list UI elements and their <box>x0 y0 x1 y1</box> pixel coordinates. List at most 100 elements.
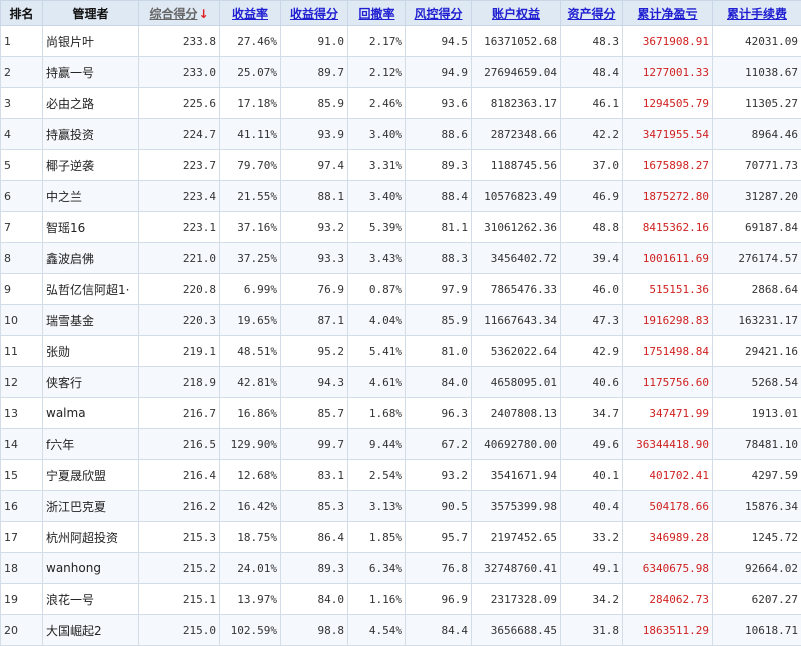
cell-rank: 7 <box>1 212 43 243</box>
cell-risk-score: 90.5 <box>406 491 472 522</box>
cell-manager: 浙江巴克夏 <box>43 491 139 522</box>
cell-return-score: 93.9 <box>281 119 348 150</box>
cell-return-score: 98.8 <box>281 615 348 646</box>
table-row: 18wanhong215.224.01%89.36.34%76.83274876… <box>1 553 801 584</box>
cell-equity: 32748760.41 <box>472 553 561 584</box>
table-header-row: 排名 管理者 综合得分↓ 收益率 收益得分 回撤率 风控得分 账户权益 资产得分… <box>1 1 801 26</box>
cell-rank: 10 <box>1 305 43 336</box>
cell-drawdown: 3.13% <box>348 491 406 522</box>
cell-manager: 侠客行 <box>43 367 139 398</box>
col-header-net-pnl[interactable]: 累计净盈亏 <box>623 1 713 26</box>
table-row: 11张勋219.148.51%95.25.41%81.05362022.6442… <box>1 336 801 367</box>
sort-link-asset-score[interactable]: 资产得分 <box>567 7 615 21</box>
cell-asset-score: 47.3 <box>561 305 623 336</box>
col-header-return-rate[interactable]: 收益率 <box>220 1 281 26</box>
cell-manager: 宁夏晟欣盟 <box>43 460 139 491</box>
cell-fees: 8964.46 <box>713 119 801 150</box>
cell-drawdown: 2.17% <box>348 26 406 57</box>
cell-manager: 持赢投资 <box>43 119 139 150</box>
cell-composite-score: 223.4 <box>139 181 220 212</box>
cell-drawdown: 5.41% <box>348 336 406 367</box>
cell-rank: 3 <box>1 88 43 119</box>
cell-return-score: 93.2 <box>281 212 348 243</box>
table-row: 12侠客行218.942.81%94.34.61%84.04658095.014… <box>1 367 801 398</box>
cell-fees: 163231.17 <box>713 305 801 336</box>
col-header-drawdown[interactable]: 回撤率 <box>348 1 406 26</box>
sort-link-return-rate[interactable]: 收益率 <box>232 7 268 21</box>
cell-risk-score: 76.8 <box>406 553 472 584</box>
cell-fees: 92664.02 <box>713 553 801 584</box>
cell-equity: 27694659.04 <box>472 57 561 88</box>
sort-link-return-score[interactable]: 收益得分 <box>290 7 338 21</box>
table-row: 20大国崛起2215.0102.59%98.84.54%84.43656688.… <box>1 615 801 646</box>
sort-link-fees[interactable]: 累计手续费 <box>727 7 787 21</box>
sort-link-drawdown[interactable]: 回撤率 <box>358 7 394 21</box>
cell-rank: 5 <box>1 150 43 181</box>
cell-asset-score: 48.4 <box>561 57 623 88</box>
cell-net-pnl: 1675898.27 <box>623 150 713 181</box>
cell-fees: 78481.10 <box>713 429 801 460</box>
cell-composite-score: 216.2 <box>139 491 220 522</box>
cell-return-score: 85.9 <box>281 88 348 119</box>
cell-equity: 5362022.64 <box>472 336 561 367</box>
cell-net-pnl: 1751498.84 <box>623 336 713 367</box>
cell-return-rate: 16.42% <box>220 491 281 522</box>
cell-return-rate: 24.01% <box>220 553 281 584</box>
cell-return-score: 91.0 <box>281 26 348 57</box>
cell-composite-score: 216.5 <box>139 429 220 460</box>
cell-drawdown: 2.54% <box>348 460 406 491</box>
col-header-risk-score[interactable]: 风控得分 <box>406 1 472 26</box>
cell-equity: 2197452.65 <box>472 522 561 553</box>
table-row: 7智瑶16223.137.16%93.25.39%81.131061262.36… <box>1 212 801 243</box>
cell-return-rate: 41.11% <box>220 119 281 150</box>
cell-return-rate: 37.25% <box>220 243 281 274</box>
cell-fees: 42031.09 <box>713 26 801 57</box>
cell-drawdown: 3.43% <box>348 243 406 274</box>
sort-link-equity[interactable]: 账户权益 <box>492 7 540 21</box>
sort-link-net-pnl[interactable]: 累计净盈亏 <box>637 7 697 21</box>
cell-manager: 中之兰 <box>43 181 139 212</box>
col-header-equity[interactable]: 账户权益 <box>472 1 561 26</box>
cell-composite-score: 224.7 <box>139 119 220 150</box>
cell-drawdown: 3.40% <box>348 181 406 212</box>
cell-drawdown: 3.40% <box>348 119 406 150</box>
table-row: 2持赢一号233.025.07%89.72.12%94.927694659.04… <box>1 57 801 88</box>
cell-rank: 11 <box>1 336 43 367</box>
col-header-rank: 排名 <box>1 1 43 26</box>
col-header-asset-score[interactable]: 资产得分 <box>561 1 623 26</box>
cell-composite-score: 220.8 <box>139 274 220 305</box>
cell-net-pnl: 346989.28 <box>623 522 713 553</box>
cell-manager: wanhong <box>43 553 139 584</box>
cell-asset-score: 42.9 <box>561 336 623 367</box>
col-header-return-score[interactable]: 收益得分 <box>281 1 348 26</box>
cell-drawdown: 2.12% <box>348 57 406 88</box>
cell-risk-score: 93.6 <box>406 88 472 119</box>
col-header-fees[interactable]: 累计手续费 <box>713 1 801 26</box>
sort-link-risk-score[interactable]: 风控得分 <box>414 7 462 21</box>
cell-asset-score: 37.0 <box>561 150 623 181</box>
cell-rank: 1 <box>1 26 43 57</box>
cell-net-pnl: 3671908.91 <box>623 26 713 57</box>
cell-equity: 8182363.17 <box>472 88 561 119</box>
cell-drawdown: 3.31% <box>348 150 406 181</box>
cell-return-score: 97.4 <box>281 150 348 181</box>
cell-return-rate: 25.07% <box>220 57 281 88</box>
cell-drawdown: 4.61% <box>348 367 406 398</box>
table-row: 10瑞雪基金220.319.65%87.14.04%85.911667643.3… <box>1 305 801 336</box>
cell-net-pnl: 1277001.33 <box>623 57 713 88</box>
cell-asset-score: 48.3 <box>561 26 623 57</box>
cell-fees: 6207.27 <box>713 584 801 615</box>
sort-link-composite-score[interactable]: 综合得分 <box>149 7 197 21</box>
cell-return-score: 85.3 <box>281 491 348 522</box>
cell-composite-score: 233.0 <box>139 57 220 88</box>
table-row: 17杭州阿超投资215.318.75%86.41.85%95.72197452.… <box>1 522 801 553</box>
col-header-composite-score[interactable]: 综合得分↓ <box>139 1 220 26</box>
cell-manager: 持赢一号 <box>43 57 139 88</box>
cell-risk-score: 97.9 <box>406 274 472 305</box>
cell-rank: 16 <box>1 491 43 522</box>
cell-net-pnl: 8415362.16 <box>623 212 713 243</box>
cell-return-rate: 13.97% <box>220 584 281 615</box>
cell-equity: 31061262.36 <box>472 212 561 243</box>
cell-manager: 瑞雪基金 <box>43 305 139 336</box>
cell-drawdown: 9.44% <box>348 429 406 460</box>
